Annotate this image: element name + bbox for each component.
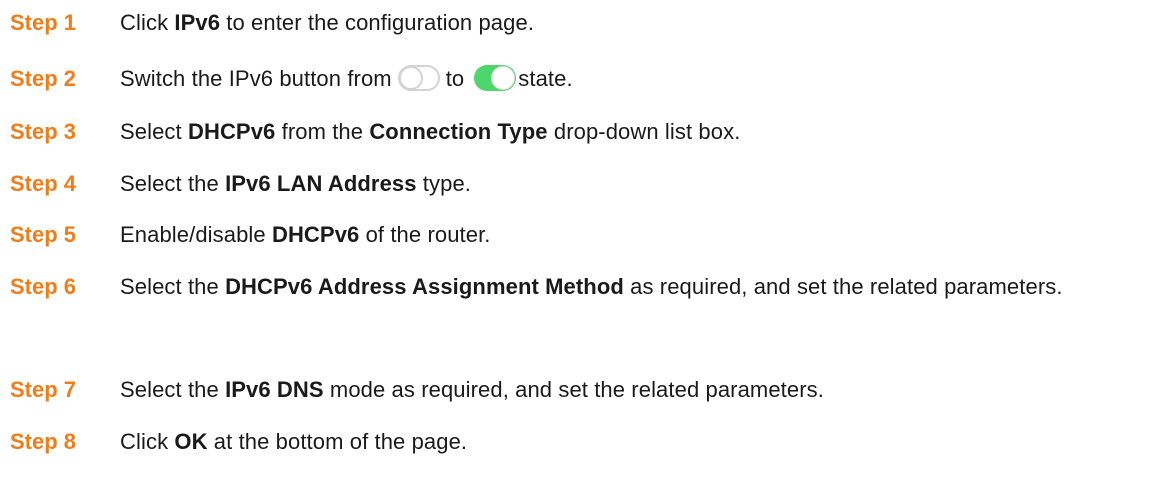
bold-text-run: IPv6 DNS (225, 377, 324, 402)
text-run: state. (518, 66, 573, 91)
toggle-off-icon (397, 65, 440, 91)
text-run: Select the (120, 377, 226, 402)
bold-text-run: Connection Type (369, 119, 548, 144)
text-run: mode as required, and set the related pa… (323, 377, 824, 402)
text-run: Select the (120, 171, 226, 196)
bold-text-run: IPv6 LAN Address (225, 171, 417, 196)
step-text: Click OK at the bottom of the page. (120, 426, 1160, 458)
step-label: Step 2 (10, 66, 77, 91)
text-run: Click (120, 10, 175, 35)
bold-text-run: DHCPv6 Address Assignment Method (225, 274, 624, 299)
step-text: Select DHCPv6 from the Connection Type d… (120, 116, 1160, 148)
step-3: Step 3 Select DHCPv6 from the Connection… (0, 116, 1160, 148)
step-label: Step 3 (10, 119, 77, 144)
text-run: to enter the configuration page. (220, 10, 535, 35)
text-run: Enable/disable (120, 222, 272, 247)
text-run: as required, and set the related paramet… (623, 274, 1063, 299)
step-label: Step 5 (10, 222, 77, 247)
toggle-knob (491, 66, 516, 90)
step-label: Step 8 (10, 429, 77, 454)
step-7: Step 7 Select the IPv6 DNS mode as requi… (0, 374, 1160, 406)
text-run: to (445, 66, 465, 91)
step-text: Switch the IPv6 button from to state. (120, 63, 1160, 95)
step-text: Click IPv6 to enter the configuration pa… (120, 7, 1160, 39)
step-text: Select the IPv6 DNS mode as required, an… (120, 374, 1160, 406)
step-5: Step 5 Enable/disable DHCPv6 of the rout… (0, 219, 1160, 251)
step-label: Step 1 (10, 10, 77, 35)
step-label: Step 4 (10, 171, 77, 196)
text-run: at the bottom of the page. (207, 429, 468, 454)
text-run: Select (120, 119, 188, 144)
text-run: type. (416, 171, 471, 196)
text-run: of the router. (359, 222, 491, 247)
step-text: Select the IPv6 LAN Address type. (120, 168, 1160, 200)
text-run: from the (275, 119, 370, 144)
step-6: Step 6 Select the DHCPv6 Address Assignm… (0, 271, 1150, 303)
toggle-knob (398, 66, 423, 90)
step-label: Step 7 (10, 377, 77, 402)
step-text: Select the DHCPv6 Address Assignment Met… (120, 271, 1150, 303)
text-run: drop-down list box. (547, 119, 741, 144)
step-label: Step 6 (10, 274, 77, 299)
step-text: Enable/disable DHCPv6 of the router. (120, 219, 1160, 251)
bold-text-run: DHCPv6 (271, 222, 360, 247)
bold-text-run: DHCPv6 (187, 119, 276, 144)
text-run: Select the (120, 274, 226, 299)
step-4: Step 4 Select the IPv6 LAN Address type. (0, 168, 1160, 200)
step-1: Step 1 Click IPv6 to enter the configura… (0, 7, 1160, 39)
bold-text-run: IPv6 (174, 10, 221, 35)
step-2: Step 2 Switch the IPv6 button from to stat… (0, 63, 1160, 95)
text-run: Click (120, 429, 175, 454)
bold-text-run: OK (174, 429, 208, 454)
step-8: Step 8 Click OK at the bottom of the pag… (0, 426, 1160, 458)
text-run: Switch the IPv6 button from (120, 66, 392, 91)
toggle-on-icon (474, 65, 517, 91)
